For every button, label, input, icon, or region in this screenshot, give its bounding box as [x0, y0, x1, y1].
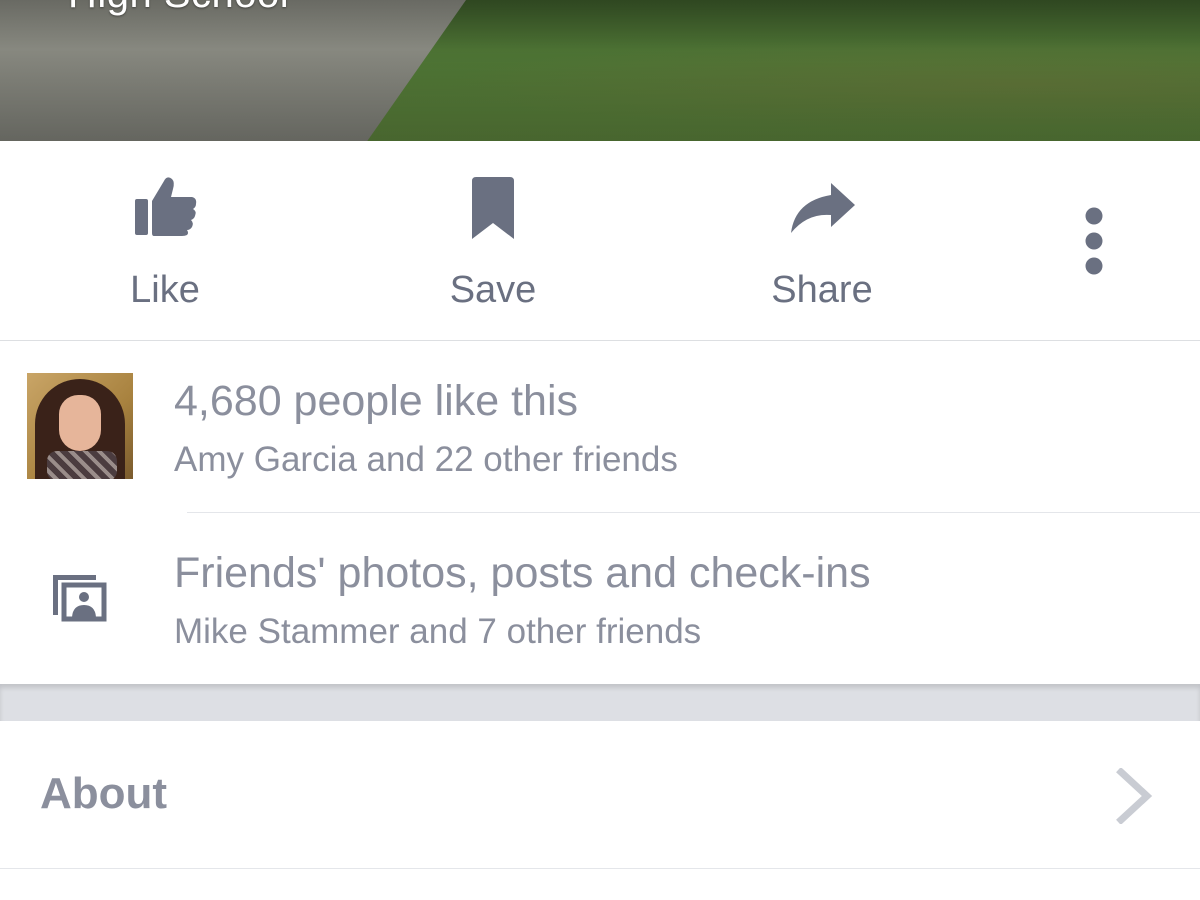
share-arrow-icon — [791, 183, 855, 233]
likes-count: 4,680 people like this — [174, 377, 579, 425]
friends-content-row[interactable]: Friends' photos, posts and check-ins Mik… — [0, 513, 1200, 684]
friends-content-subtitle: Mike Stammer and 7 other friends — [174, 612, 702, 651]
likes-row[interactable]: 4,680 people like this Amy Garcia and 22… — [0, 341, 1200, 513]
more-vertical-icon — [1085, 207, 1103, 275]
save-label: Save — [449, 269, 537, 311]
chevron-right-icon — [1116, 768, 1153, 824]
bookmark-icon — [472, 177, 514, 239]
share-label: Share — [771, 269, 873, 311]
about-row[interactable]: About — [0, 721, 1200, 869]
photo-stack-icon — [53, 575, 107, 622]
share-button[interactable]: Share — [757, 141, 887, 340]
likes-friends: Amy Garcia and 22 other friends — [174, 440, 678, 479]
page-title: High School — [68, 0, 289, 17]
cover-shade — [0, 0, 1200, 141]
action-bar: Like Save Share — [0, 141, 1200, 341]
section-separator — [0, 684, 1200, 721]
about-label: About — [40, 769, 168, 818]
more-options-button[interactable] — [1060, 141, 1126, 340]
thumbs-up-icon — [135, 177, 197, 236]
save-button[interactable]: Save — [428, 141, 558, 340]
like-label: Like — [130, 269, 200, 311]
like-button[interactable]: Like — [100, 141, 230, 340]
avatar — [27, 373, 133, 479]
cover-photo: High School — [0, 0, 1200, 141]
friends-content-title: Friends' photos, posts and check-ins — [174, 549, 871, 597]
